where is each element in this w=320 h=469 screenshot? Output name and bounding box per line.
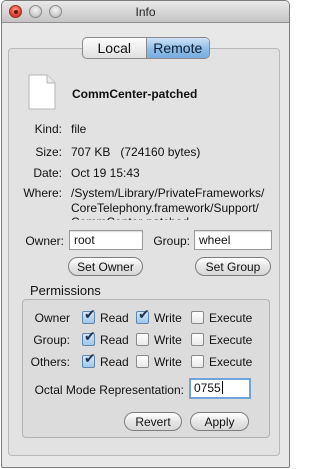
date-value: Oct 19 15:43 [71, 166, 140, 180]
where-label: Where: [23, 186, 62, 200]
set-group-button[interactable]: Set Group [195, 257, 271, 276]
file-name: CommCenter-patched [72, 87, 198, 101]
octal-mode-field[interactable]: 0755 [189, 378, 251, 399]
permissions-title: Permissions [30, 283, 101, 298]
others-write-label: Write [154, 355, 182, 369]
others-read-checkbox[interactable] [82, 351, 96, 368]
owner-read-checkbox[interactable] [82, 307, 96, 324]
size-label: Size: [35, 145, 62, 159]
group-write-checkbox[interactable] [136, 333, 149, 346]
window-title: Info [135, 5, 156, 19]
octal-mode-value: 0755 [194, 381, 221, 395]
perm-row-owner-label: Owner [34, 311, 70, 325]
group-execute-label: Execute [209, 333, 253, 347]
text-caret [221, 381, 223, 394]
others-execute-checkbox[interactable] [191, 355, 204, 368]
location-tabs: Local Remote [82, 37, 210, 59]
others-execute-label: Execute [209, 355, 253, 369]
octal-label: Octal Mode Representation: [34, 383, 184, 397]
kind-label: Kind: [34, 122, 62, 136]
others-write-checkbox[interactable] [136, 355, 149, 368]
owner-execute-label: Execute [209, 311, 253, 325]
owner-read-label: Read [100, 311, 129, 325]
where-value: /System/Library/PrivateFrameworks/ CoreT… [71, 186, 265, 220]
date-label: Date: [33, 166, 62, 180]
owner-label: Owner: [25, 234, 64, 248]
tab-remote[interactable]: Remote [146, 38, 209, 58]
document-icon [28, 74, 56, 110]
others-read-label: Read [100, 355, 129, 369]
group-read-label: Read [100, 333, 129, 347]
group-execute-checkbox[interactable] [191, 333, 204, 346]
group-field[interactable]: wheel [194, 230, 272, 250]
tab-local[interactable]: Local [83, 38, 147, 58]
owner-field[interactable]: root [69, 230, 143, 250]
revert-button[interactable]: Revert [124, 412, 182, 431]
perm-row-others-label: Others: [30, 355, 70, 369]
size-value: 707 KB (724160 bytes) [71, 145, 201, 159]
kind-value: file [71, 122, 87, 136]
owner-write-label: Write [154, 311, 182, 325]
set-owner-button[interactable]: Set Owner [68, 257, 143, 276]
apply-button[interactable]: Apply [190, 412, 249, 431]
owner-write-checkbox[interactable] [136, 307, 150, 324]
owner-execute-checkbox[interactable] [191, 311, 204, 324]
group-label: Group: [153, 234, 190, 248]
perm-row-group-label: Group: [33, 333, 70, 347]
group-read-checkbox[interactable] [82, 329, 96, 346]
group-write-label: Write [154, 333, 182, 347]
title-bar[interactable]: Info [2, 1, 289, 23]
